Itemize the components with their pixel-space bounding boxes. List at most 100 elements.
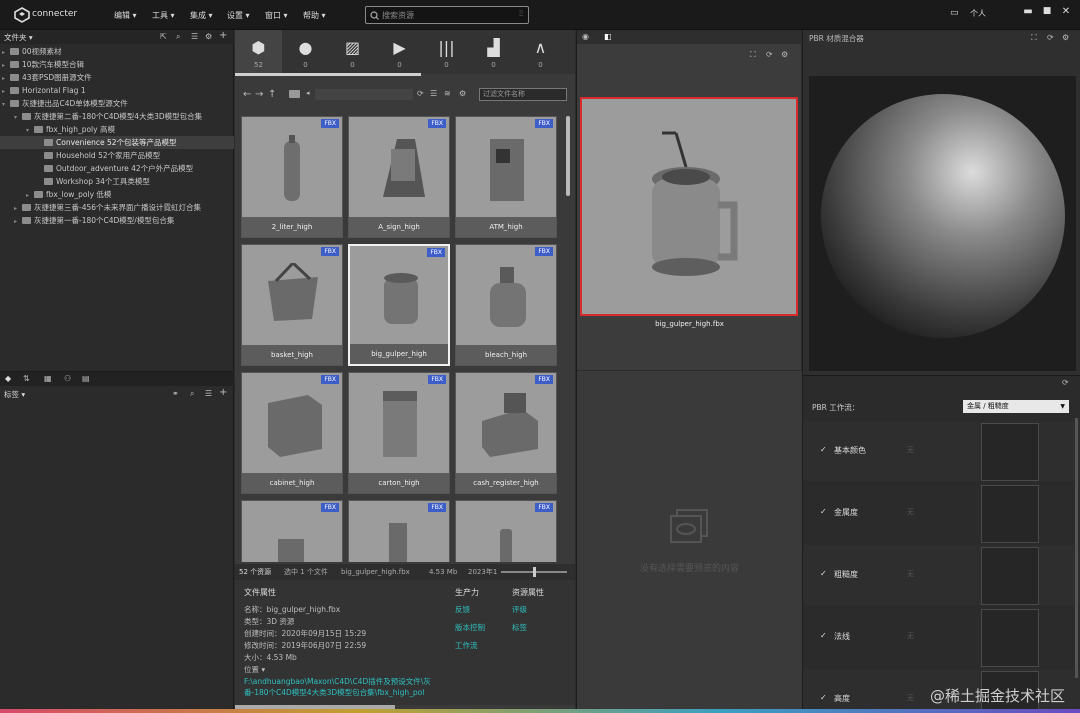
gear-icon[interactable]: ⚙ (459, 89, 466, 98)
folder-tree-item[interactable]: Workshop 34个工具类模型 (0, 175, 234, 188)
material-preview[interactable] (809, 76, 1076, 371)
refresh-icon[interactable]: ⟳ (766, 50, 773, 59)
expand-arrow-icon[interactable]: ▾ (26, 124, 34, 136)
fullscreen-icon[interactable]: ⛶ (750, 50, 756, 60)
expand-arrow-icon[interactable]: ▸ (14, 202, 22, 214)
list-icon[interactable]: ☰ (191, 32, 198, 41)
gear-icon[interactable]: ⚙ (205, 32, 212, 41)
check-icon[interactable]: ✓ (820, 631, 827, 640)
asset-card[interactable]: FBX cash_register_high (455, 372, 557, 494)
check-icon[interactable]: ✓ (820, 507, 827, 516)
check-icon[interactable]: ✓ (820, 693, 827, 702)
asset-card[interactable]: FBX ATM_high (455, 116, 557, 238)
folder-tree-item[interactable]: ▸ 00视频素材 (0, 45, 234, 58)
folder-tree-item[interactable]: ▸ 43套PSD图册源文件 (0, 71, 234, 84)
refresh-icon[interactable]: ⟳ (417, 89, 424, 98)
list-icon[interactable]: ☰ (205, 389, 212, 398)
menu-integration[interactable]: 集成 ▾ (190, 10, 213, 21)
search-icon[interactable]: ⌕ (176, 32, 180, 42)
texture-slot[interactable] (981, 485, 1039, 543)
gear-icon[interactable]: ⚙ (1062, 33, 1069, 42)
breadcrumb-dropdown-icon[interactable]: ◂ (306, 89, 310, 97)
eye-icon[interactable]: ◉ (582, 32, 589, 41)
folder-tree-item[interactable]: Outdoor_adventure 42个户外产品模型 (0, 162, 234, 175)
refresh-icon[interactable]: ⟳ (1062, 378, 1069, 387)
refresh-icon[interactable]: ⟳ (1047, 33, 1054, 42)
folder-tree-item[interactable]: ▸ fbx_low_poly 低模 (0, 188, 234, 201)
folder-tree-item[interactable]: ▸ 灰捷捷第一番-180个C4D模型/模型包合集 (0, 214, 234, 227)
asset-card[interactable]: FBX cabinet_high (241, 372, 343, 494)
tags-title[interactable]: 标签 ▾ (4, 389, 25, 400)
cube-icon[interactable]: ◧ (604, 32, 612, 41)
folder-tree-item[interactable]: ▾ 灰捷捷出品C4D单体模型源文件 (0, 97, 234, 110)
type-tab-audio[interactable]: ||| 0 (423, 30, 470, 74)
asset-card[interactable]: FBX bleach_high (455, 244, 557, 366)
grid-scrollbar[interactable] (566, 116, 570, 196)
menu-window[interactable]: 窗口 ▾ (265, 10, 288, 21)
search-input[interactable]: 搜索资源 ⫶⫶ (365, 6, 529, 24)
expand-arrow-icon[interactable]: ▸ (26, 189, 34, 201)
gear-icon[interactable]: ⚙ (781, 50, 788, 59)
type-tab-image[interactable]: ▨ 0 (329, 30, 376, 74)
asset-card[interactable]: FBX basket_high (241, 244, 343, 366)
check-icon[interactable]: ✓ (820, 445, 827, 454)
folder-tree-item[interactable]: ▸ 10款汽车模型合辑 (0, 58, 234, 71)
type-tab-building[interactable]: ▟ 0 (470, 30, 517, 74)
texture-slot[interactable] (981, 423, 1039, 481)
user-label[interactable]: 个人 (970, 8, 986, 19)
folder-tree-item[interactable]: ▾ fbx_high_poly 高模 (0, 123, 234, 136)
zoom-slider-handle[interactable] (533, 567, 536, 577)
folder-tree-item[interactable]: ▸ Horizontal Flag 1 (0, 84, 234, 97)
sort-icon[interactable]: ⇅ (23, 374, 30, 383)
menu-edit[interactable]: 编辑 ▾ (114, 10, 137, 21)
expand-arrow-icon[interactable]: ▸ (14, 215, 22, 227)
minimize-icon[interactable]: ▬ (1022, 6, 1034, 20)
add-icon[interactable]: + (219, 387, 227, 398)
fullscreen-icon[interactable]: ⛶ (1031, 33, 1037, 43)
grid-icon[interactable]: ▦ (44, 374, 52, 383)
folder-tree-title[interactable]: 文件夹 ▾ (4, 32, 33, 43)
people-icon[interactable]: ⚇ (64, 374, 71, 383)
rating-link[interactable]: 评级 (512, 604, 527, 615)
forward-icon[interactable]: → (255, 89, 263, 100)
expand-arrow-icon[interactable]: ▸ (2, 72, 10, 84)
asset-card[interactable]: FBX carton_high (348, 372, 450, 494)
check-icon[interactable]: ✓ (820, 569, 827, 578)
asset-card[interactable]: FBX (455, 500, 557, 562)
comment-icon[interactable]: ▤ (82, 374, 90, 383)
expand-arrow-icon[interactable]: ▾ (14, 111, 22, 123)
filter-input[interactable]: 过滤文件名称 (479, 88, 567, 101)
type-tab-compass[interactable]: ∧ 0 (517, 30, 564, 74)
workflow-select[interactable]: 金属 / 粗糙度 ▼ (963, 400, 1069, 413)
filter-settings-icon[interactable]: ⫶⫶ (519, 9, 523, 19)
feedback-link[interactable]: 反馈 (455, 604, 470, 615)
folder-tree-item[interactable]: ▾ 灰捷捷第二番-180个C4D模型4大类3D模型包合集 (0, 110, 234, 123)
breadcrumb[interactable] (315, 89, 413, 100)
up-icon[interactable]: ↑ (268, 89, 276, 100)
type-tab-video[interactable]: ▶ 0 (376, 30, 423, 74)
layers-icon[interactable]: ≋ (444, 89, 451, 98)
folder-tree-item[interactable]: Household 52个家用产品模型 (0, 149, 234, 162)
expand-arrow-icon[interactable]: ▸ (2, 85, 10, 97)
menu-tools[interactable]: 工具 ▾ (152, 10, 175, 21)
asset-card[interactable]: FBX 2_liter_high (241, 116, 343, 238)
maximize-icon[interactable]: ■ (1041, 6, 1053, 20)
folder-tree-item[interactable]: Convenience 52个包装等产品模型 (0, 136, 234, 149)
model-preview[interactable] (580, 97, 798, 316)
close-icon[interactable]: ✕ (1060, 6, 1072, 20)
tags-link[interactable]: 标签 (512, 622, 527, 633)
texture-slot[interactable] (981, 547, 1039, 605)
tag-icon[interactable]: ◆ (5, 374, 11, 383)
prop-path-line1[interactable]: F:\andhuangbao\Maxon\C4D\C4D插件及预设文件\灰 (244, 676, 431, 687)
cursor-icon[interactable]: ⇱ (160, 32, 167, 41)
asset-card[interactable]: FBX A_sign_high (348, 116, 450, 238)
tag-filter-icon[interactable]: ⚭ (172, 389, 179, 398)
search-icon[interactable]: ⌕ (190, 389, 194, 399)
prop-location[interactable]: 位置 ▾ (244, 664, 265, 675)
asset-card[interactable]: FBX (348, 500, 450, 562)
expand-arrow-icon[interactable]: ▾ (2, 98, 10, 110)
asset-card[interactable]: FBX (241, 500, 343, 562)
zoom-slider[interactable] (501, 567, 567, 577)
menu-help[interactable]: 帮助 ▾ (303, 10, 326, 21)
monitor-icon[interactable]: ▭ (950, 8, 959, 18)
